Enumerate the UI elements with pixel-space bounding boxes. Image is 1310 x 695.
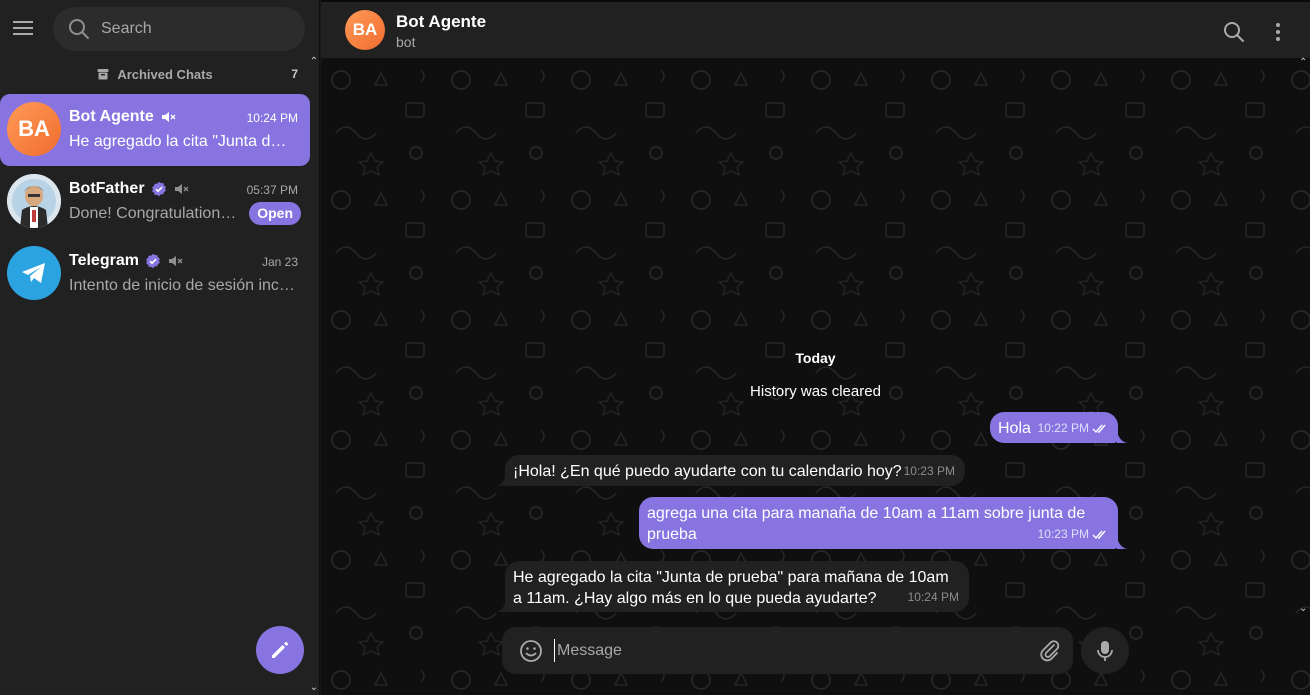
more-options-icon[interactable] xyxy=(1265,18,1291,46)
verified-icon xyxy=(151,181,166,197)
open-button[interactable]: Open xyxy=(249,202,301,225)
bubble-tail xyxy=(496,600,506,612)
search-input[interactable] xyxy=(101,7,291,51)
chat-area: BA Bot Agente bot Today History was clea… xyxy=(321,0,1310,695)
message-time: 10:23 PM xyxy=(903,464,955,478)
chat-header[interactable]: BA Bot Agente bot xyxy=(321,0,1310,58)
message-bubble-incoming[interactable]: He agregado la cita "Junta de prueba" pa… xyxy=(505,561,969,612)
menu-button[interactable] xyxy=(8,12,40,44)
avatar xyxy=(7,246,61,300)
chat-subtitle: bot xyxy=(396,34,416,50)
message-text: He agregado la cita "Junta de prueba" pa… xyxy=(513,569,949,607)
chat-time: 05:37 PM xyxy=(246,183,298,197)
muted-icon xyxy=(174,184,189,194)
chat-name-row: Bot Agente xyxy=(69,108,176,126)
message-bubble-outgoing[interactable]: agrega una cita para manaña de 10am a 11… xyxy=(639,497,1118,549)
chat-title[interactable]: Bot Agente xyxy=(396,12,486,32)
date-separator: Today xyxy=(795,350,836,366)
botfather-avatar-icon xyxy=(7,174,61,228)
chat-item-botfather[interactable]: BotFather 05:37 PM Done! Congratulations… xyxy=(0,166,310,238)
bubble-tail xyxy=(1117,431,1127,443)
double-check-icon xyxy=(1092,424,1106,433)
chat-item-telegram[interactable]: Telegram Jan 23 Intento de inicio de ses… xyxy=(0,238,310,310)
chat-preview: He agregado la cita "Junta de prueba" pa… xyxy=(69,133,295,150)
muted-icon xyxy=(168,256,183,266)
attach-icon[interactable] xyxy=(1036,637,1062,663)
bubble-tail xyxy=(1117,537,1127,549)
chat-scroll-up-arrow[interactable]: ⌃ xyxy=(1299,57,1307,68)
search-box[interactable] xyxy=(53,7,305,51)
chat-preview: Done! Congratulations on your new bot. xyxy=(69,205,243,222)
message-meta: 10:24 PM xyxy=(908,587,959,608)
message-time: 10:22 PM xyxy=(1037,421,1089,435)
chat-preview: Intento de inicio de sesión incompleto xyxy=(69,277,295,294)
chat-time: 10:24 PM xyxy=(246,111,298,125)
archived-chats-row[interactable]: Archived Chats 7 xyxy=(0,60,310,88)
bubble-tail xyxy=(496,474,506,486)
chat-name: Bot Agente xyxy=(69,108,154,125)
message-time: 10:24 PM xyxy=(907,590,959,604)
verified-icon xyxy=(146,253,160,269)
message-time: 10:23 PM xyxy=(1037,527,1089,541)
chat-name-row: BotFather xyxy=(69,180,189,198)
message-bubble-incoming[interactable]: ¡Hola! ¿En qué puedo ayudarte con tu cal… xyxy=(505,455,965,486)
telegram-logo-icon xyxy=(22,263,45,283)
muted-icon xyxy=(161,112,176,122)
chat-name: BotFather xyxy=(69,180,145,197)
sidebar-scroll-up-arrow[interactable]: ⌃ xyxy=(309,57,319,67)
archive-icon xyxy=(97,69,109,80)
double-check-icon xyxy=(1092,530,1106,539)
voice-message-button[interactable] xyxy=(1081,627,1129,674)
chat-name-row: Telegram xyxy=(69,252,183,270)
header-avatar[interactable]: BA xyxy=(345,10,385,50)
message-meta: 10:23 PM xyxy=(1038,524,1108,545)
avatar xyxy=(7,174,61,228)
message-meta: 10:23 PM xyxy=(904,461,955,482)
chat-time: Jan 23 xyxy=(261,255,298,269)
sidebar: Archived Chats 7 BA Bot Agente 10:24 PM … xyxy=(0,0,320,695)
sidebar-header xyxy=(0,0,320,58)
message-text: ¡Hola! ¿En qué puedo ayudarte con tu cal… xyxy=(513,463,902,480)
chat-scroll-down-arrow[interactable]: ⌄ xyxy=(1299,603,1307,614)
new-message-button[interactable] xyxy=(256,626,304,674)
search-icon xyxy=(69,19,89,39)
message-input[interactable] xyxy=(554,639,1024,662)
message-composer xyxy=(502,627,1073,674)
message-meta: 10:22 PM xyxy=(1038,418,1108,439)
pencil-icon xyxy=(272,641,289,658)
avatar: BA xyxy=(7,102,61,156)
chat-name: Telegram xyxy=(69,252,139,269)
message-bubble-outgoing[interactable]: Hola 10:22 PM xyxy=(990,412,1118,443)
message-text: Hola xyxy=(998,420,1031,437)
emoji-icon[interactable] xyxy=(518,638,544,664)
service-message: History was cleared xyxy=(750,383,881,400)
chat-item-bot-agente[interactable]: BA Bot Agente 10:24 PM He agregado la ci… xyxy=(0,94,310,166)
message-text: agrega una cita para manaña de 10am a 11… xyxy=(647,505,1086,543)
hamburger-icon xyxy=(13,21,33,35)
microphone-icon xyxy=(1097,640,1113,661)
archived-chats-label: Archived Chats xyxy=(117,66,213,82)
sidebar-scroll-down-arrow[interactable]: ⌄ xyxy=(309,683,319,693)
archived-count: 7 xyxy=(291,67,298,81)
search-icon[interactable] xyxy=(1220,18,1248,46)
